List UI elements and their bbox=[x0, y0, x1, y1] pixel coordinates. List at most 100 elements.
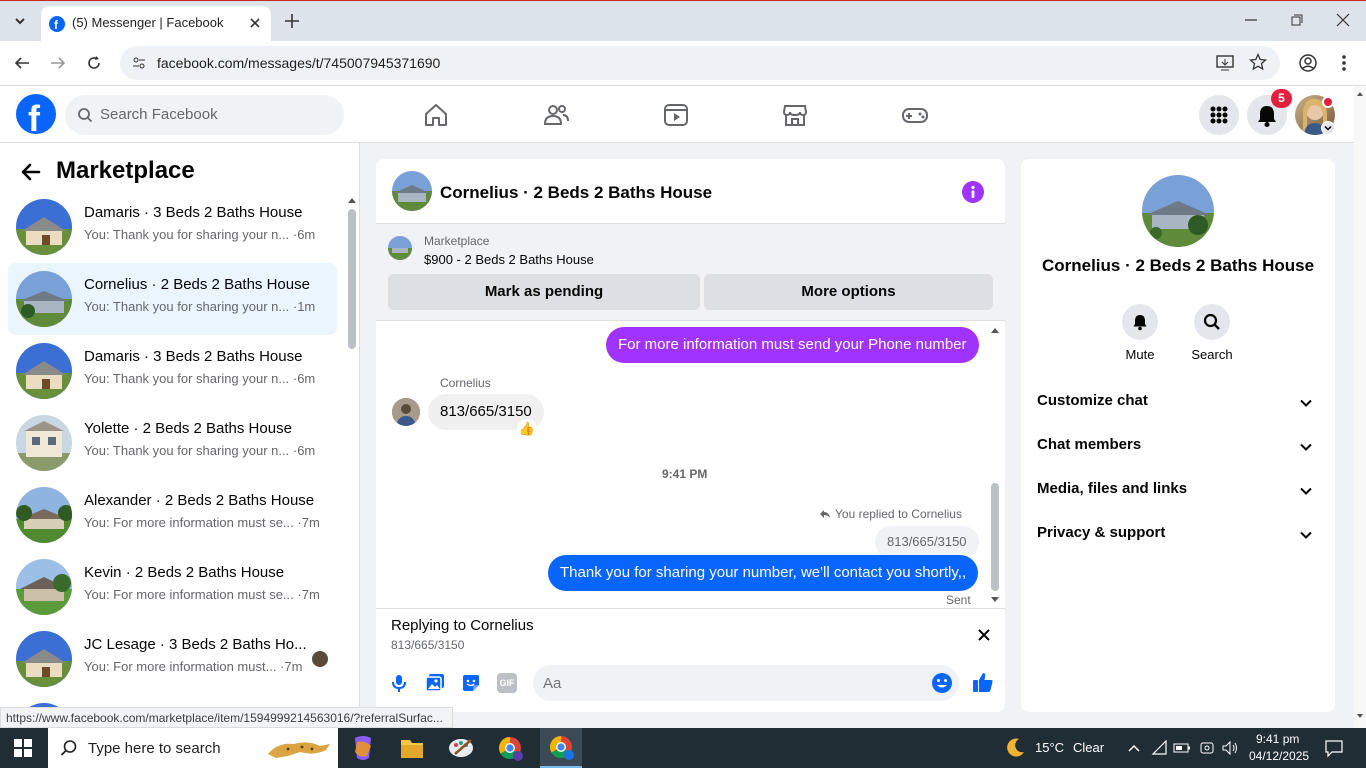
window-close-icon[interactable] bbox=[1335, 12, 1351, 28]
windows-start-icon[interactable] bbox=[14, 739, 32, 757]
menu-grid-button[interactable] bbox=[1199, 95, 1239, 135]
facebook-header: f Search Facebook 5 bbox=[0, 86, 1354, 143]
tab-close-icon[interactable] bbox=[248, 16, 262, 30]
messages-scrollbar[interactable] bbox=[989, 325, 1001, 605]
notification-center-icon[interactable] bbox=[1324, 738, 1344, 758]
thumbs-up-reaction-icon[interactable]: 👍 bbox=[517, 419, 537, 439]
message-composer[interactable] bbox=[533, 665, 959, 701]
back-arrow-icon[interactable] bbox=[20, 161, 42, 183]
listing-thumbnail bbox=[388, 236, 412, 260]
weather-desc[interactable]: Clear bbox=[1073, 740, 1104, 755]
taskbar-search-box[interactable]: Type here to search bbox=[48, 728, 338, 768]
chat-house-avatar[interactable] bbox=[392, 171, 432, 211]
house-thumbnail bbox=[16, 199, 72, 255]
gaming-icon[interactable] bbox=[900, 100, 930, 130]
profile-house-photo[interactable] bbox=[1142, 175, 1214, 247]
tray-chevron-up-icon[interactable] bbox=[1127, 741, 1141, 755]
meet-now-icon[interactable] bbox=[1199, 740, 1215, 756]
house-thumbnail bbox=[16, 631, 72, 687]
conversation-item[interactable]: Kevin · 2 Beds 2 Baths House You: For mo… bbox=[8, 551, 337, 623]
home-icon[interactable] bbox=[421, 100, 451, 130]
conversation-item[interactable]: Yolette · 2 Beds 2 Baths House You: Than… bbox=[8, 407, 337, 479]
facebook-logo-icon[interactable]: f bbox=[16, 94, 56, 134]
video-icon[interactable] bbox=[661, 100, 691, 130]
cancel-reply-icon[interactable] bbox=[977, 628, 991, 642]
profile-icon[interactable] bbox=[1298, 53, 1318, 73]
conversation-item-active[interactable]: Cornelius · 2 Beds 2 Baths House You: Th… bbox=[8, 263, 337, 335]
microphone-icon[interactable] bbox=[389, 673, 409, 693]
bookmark-star-icon[interactable] bbox=[1249, 53, 1267, 71]
file-explorer-icon[interactable] bbox=[392, 732, 432, 764]
weather-temp[interactable]: 15°C bbox=[1035, 740, 1064, 755]
forward-icon[interactable] bbox=[49, 54, 67, 72]
chevron-down-icon bbox=[1300, 487, 1312, 495]
minimize-icon[interactable] bbox=[1243, 12, 1259, 28]
quoted-message[interactable]: 813/665/3150 bbox=[875, 526, 979, 558]
mute-button[interactable]: Mute bbox=[1105, 304, 1175, 362]
account-chevron-icon[interactable] bbox=[1321, 121, 1335, 135]
listing-title[interactable]: $900 - 2 Beds 2 Baths House bbox=[424, 252, 594, 267]
media-files-links-section[interactable]: Media, files and links bbox=[1037, 480, 1319, 504]
chat-window: Cornelius · 2 Beds 2 Baths House Marketp… bbox=[376, 159, 1005, 712]
weather-moon-icon[interactable] bbox=[1003, 736, 1027, 760]
outgoing-message[interactable]: For more information must send your Phon… bbox=[606, 327, 979, 363]
panel-title: Marketplace bbox=[56, 157, 195, 184]
mark-as-pending-button[interactable]: Mark as pending bbox=[388, 274, 700, 310]
chrome-profile-a-icon[interactable] bbox=[490, 732, 530, 764]
house-thumbnail bbox=[16, 487, 72, 543]
restore-icon[interactable] bbox=[1289, 12, 1305, 28]
chevron-down-icon bbox=[1300, 443, 1312, 451]
conversation-item[interactable]: JC Lesage · 3 Beds 2 Baths Ho... You: Fo… bbox=[8, 623, 337, 695]
sticker-icon[interactable] bbox=[461, 673, 481, 693]
gif-icon[interactable]: GIF bbox=[497, 673, 517, 693]
conversation-item[interactable]: Damaris · 3 Beds 2 Baths House You: Than… bbox=[8, 191, 337, 263]
friends-icon[interactable] bbox=[541, 100, 571, 130]
site-info-icon[interactable] bbox=[131, 55, 147, 71]
install-app-icon[interactable] bbox=[1215, 54, 1235, 72]
network-icon[interactable] bbox=[1151, 740, 1169, 756]
conversations-scrollbar[interactable] bbox=[346, 195, 358, 728]
browser-menu-icon[interactable] bbox=[1336, 53, 1352, 73]
message-input[interactable] bbox=[543, 672, 923, 694]
conversation-item[interactable]: Alexander · 2 Beds 2 Baths House You: Fo… bbox=[8, 479, 337, 551]
tab-search-icon[interactable] bbox=[10, 11, 30, 31]
search-label: Search bbox=[1191, 347, 1233, 362]
browser-tab[interactable]: f (5) Messenger | Facebook bbox=[41, 6, 271, 42]
sender-avatar[interactable] bbox=[392, 398, 420, 426]
url-omnibox[interactable]: facebook.com/messages/t/745007945371690 bbox=[120, 46, 1280, 80]
link-status-bubble: https://www.facebook.com/marketplace/ite… bbox=[0, 707, 453, 728]
more-options-button[interactable]: More options bbox=[704, 274, 993, 310]
composer-area: Replying to Cornelius 813/665/3150 GIF bbox=[376, 608, 1005, 712]
chevron-down-icon bbox=[1300, 399, 1312, 407]
privacy-support-section[interactable]: Privacy & support bbox=[1037, 524, 1319, 548]
message-list: For more information must send your Phon… bbox=[376, 321, 1005, 608]
clock-time[interactable]: 9:41 pm bbox=[1256, 732, 1299, 746]
url-text[interactable]: facebook.com/messages/t/745007945371690 bbox=[157, 55, 440, 71]
outgoing-message[interactable]: Thank you for sharing your number, we'll… bbox=[548, 555, 979, 591]
chat-members-section[interactable]: Chat members bbox=[1037, 436, 1319, 460]
facebook-search-input[interactable]: Search Facebook bbox=[65, 95, 344, 135]
search-highlight-cheetah-icon bbox=[264, 734, 334, 762]
photo-icon[interactable] bbox=[425, 673, 445, 693]
battery-icon[interactable] bbox=[1173, 741, 1191, 755]
new-tab-icon[interactable] bbox=[283, 12, 301, 30]
emoji-icon[interactable] bbox=[931, 672, 953, 694]
back-icon[interactable] bbox=[13, 54, 31, 72]
reply-note: You replied to Cornelius bbox=[835, 507, 962, 521]
info-icon[interactable] bbox=[962, 181, 984, 203]
thumbs-up-send-icon[interactable] bbox=[972, 671, 994, 693]
conversation-item[interactable]: Damaris · 3 Beds 2 Baths House You: Than… bbox=[8, 335, 337, 407]
search-in-chat-button[interactable]: Search bbox=[1177, 304, 1247, 362]
chat-title[interactable]: Cornelius · 2 Beds 2 Baths House bbox=[440, 183, 712, 203]
section-label: Chat members bbox=[1037, 436, 1142, 453]
reload-icon[interactable] bbox=[85, 54, 103, 72]
clock-date[interactable]: 04/12/2025 bbox=[1249, 749, 1309, 763]
conversation-name: JC Lesage · 3 Beds 2 Baths Ho... bbox=[84, 636, 307, 653]
volume-icon[interactable] bbox=[1221, 740, 1239, 756]
copilot-icon[interactable] bbox=[343, 732, 383, 764]
customize-chat-section[interactable]: Customize chat bbox=[1037, 392, 1319, 416]
page-scrollbar[interactable] bbox=[1354, 86, 1366, 728]
chrome-active-icon[interactable] bbox=[540, 728, 582, 768]
marketplace-icon[interactable] bbox=[780, 100, 810, 130]
paint-app-icon[interactable] bbox=[441, 732, 481, 764]
